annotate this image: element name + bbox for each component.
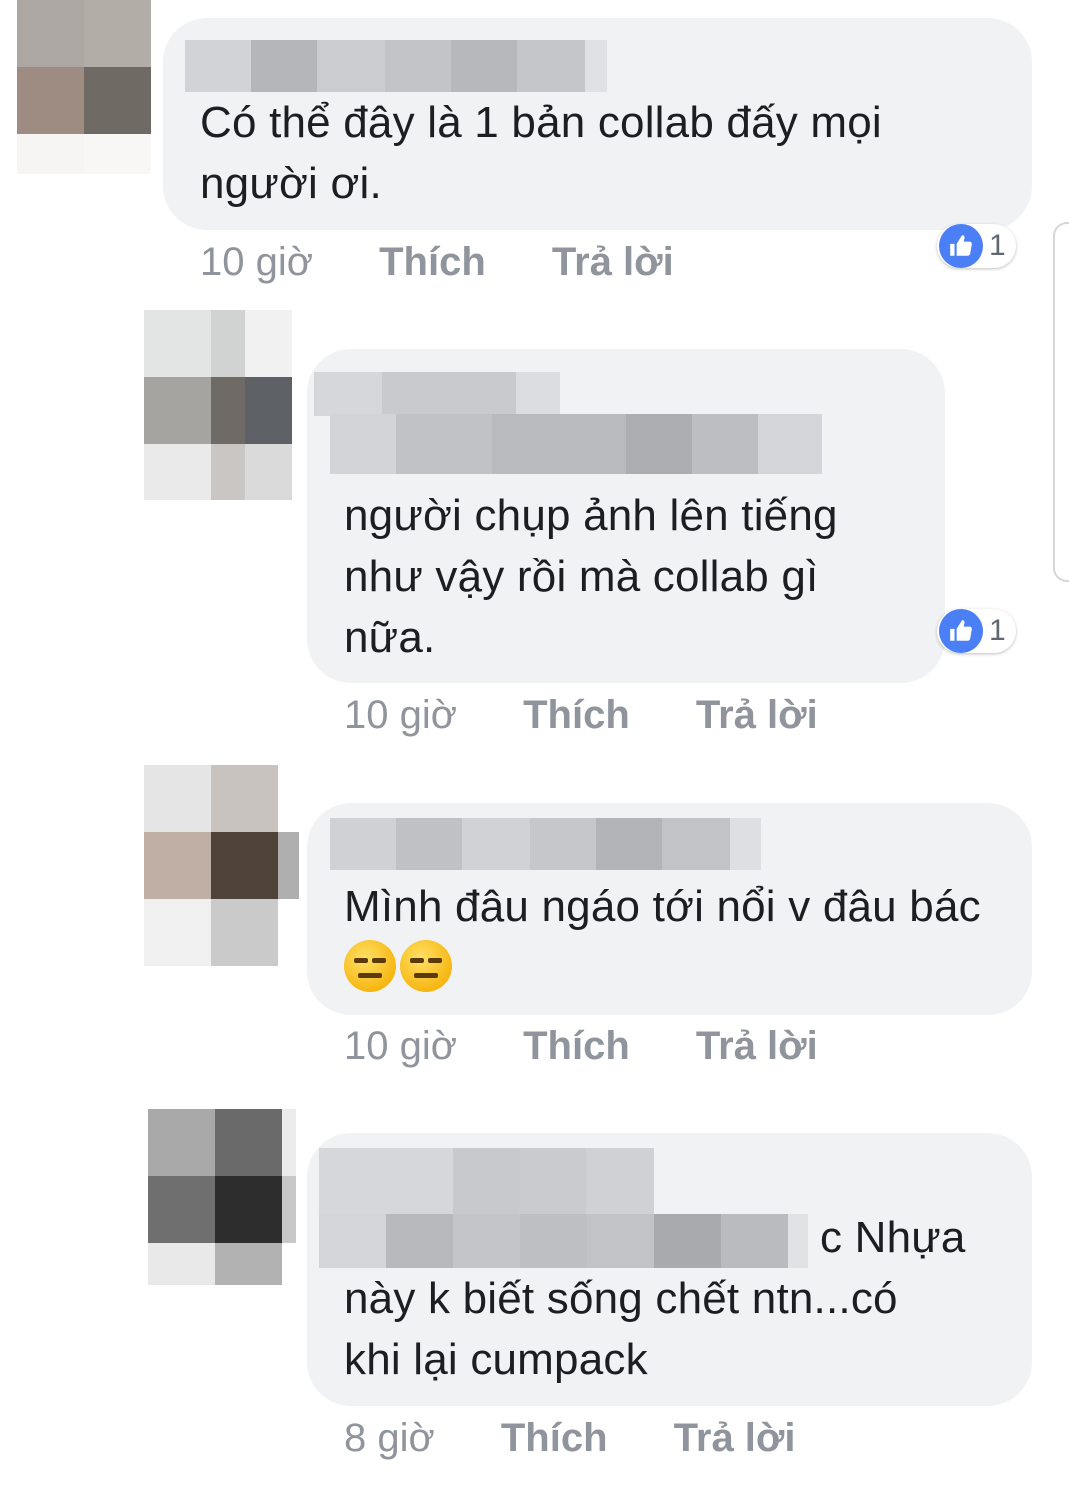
comment-time[interactable]: 10 giờ <box>200 240 313 284</box>
comment-text: này k biết sống chết ntn...có khi lại cu… <box>344 1274 898 1384</box>
blurred-author-name[interactable] <box>185 40 607 92</box>
like-button[interactable]: Thích <box>501 1416 608 1460</box>
thumbs-up-icon <box>939 224 983 268</box>
reaction-badge[interactable]: 1 <box>937 609 1016 653</box>
like-button[interactable]: Thích <box>523 1024 630 1068</box>
reply-button[interactable]: Trả lời <box>696 693 818 737</box>
comment-text-content: Mình đâu ngáo tới nổi v đâu bác <box>344 882 981 931</box>
scrollbar[interactable] <box>1053 222 1069 582</box>
reaction-badge[interactable]: 1 <box>937 224 1016 268</box>
avatar[interactable] <box>17 0 151 174</box>
comment-text-line1-tail: c Nhựa <box>820 1213 966 1262</box>
reply-button[interactable]: Trả lời <box>552 240 674 284</box>
like-button[interactable]: Thích <box>523 693 630 737</box>
thumbs-up-icon <box>939 609 983 653</box>
comment-time[interactable]: 10 giờ <box>344 1024 457 1068</box>
comment-text: Có thể đây là 1 bản collab đấy mọi người… <box>200 98 882 208</box>
comment-time[interactable]: 8 giờ <box>344 1416 435 1460</box>
comment-actions: 10 giờ Thích Trả lời <box>344 693 818 738</box>
comment-actions: 8 giờ Thích Trả lời <box>344 1416 795 1461</box>
blurred-author-name[interactable] <box>319 1148 654 1214</box>
blurred-author-name[interactable] <box>314 372 560 416</box>
comment-text: người chụp ảnh lên tiếng như vậy rồi mà … <box>344 491 838 662</box>
comment-text: Mình đâu ngáo tới nổi v đâu bác <box>344 876 984 998</box>
expressionless-face-icon <box>400 940 452 992</box>
reply-button[interactable]: Trả lời <box>674 1416 796 1460</box>
reaction-count: 1 <box>989 614 1006 647</box>
like-button[interactable]: Thích <box>379 240 486 284</box>
expressionless-face-icon <box>344 940 396 992</box>
avatar[interactable] <box>148 1109 296 1285</box>
comment-time[interactable]: 10 giờ <box>344 693 457 737</box>
blurred-author-name[interactable] <box>330 818 761 870</box>
reply-button[interactable]: Trả lời <box>696 1024 818 1068</box>
reaction-count: 1 <box>989 229 1006 262</box>
comment-actions: 10 giờ Thích Trả lời <box>200 240 674 285</box>
blurred-text <box>330 414 822 474</box>
blurred-text <box>319 1214 808 1268</box>
comment-actions: 10 giờ Thích Trả lời <box>344 1024 818 1069</box>
avatar[interactable] <box>144 310 292 500</box>
avatar[interactable] <box>144 765 299 966</box>
